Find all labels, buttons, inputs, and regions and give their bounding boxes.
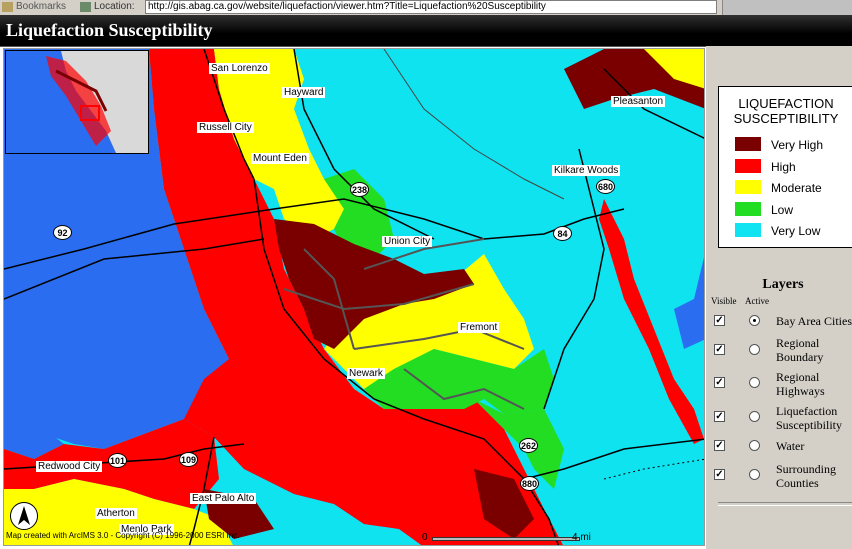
layer-name-line2: Highways <box>776 384 825 398</box>
legend-item: Low <box>735 202 852 218</box>
map-credits: Map created with ArcIMS 3.0 - Copyright … <box>6 531 240 540</box>
browser-toolbar: Bookmarks Location: http://gis.abag.ca.g… <box>0 0 852 15</box>
layer-name: Surrounding <box>776 462 836 476</box>
layer-name-line2: Susceptibility <box>776 418 842 432</box>
scale-end: 4 mi <box>572 532 591 543</box>
layer-active-radio[interactable] <box>749 377 760 388</box>
layer-active-radio[interactable] <box>749 440 760 451</box>
layer-active-radio[interactable] <box>749 344 760 355</box>
layer-name-line2: Boundary <box>776 350 824 364</box>
place-label: Union City <box>382 236 433 247</box>
scale-bar-graphic <box>432 537 580 541</box>
layer-visible-checkbox[interactable]: ✓ <box>714 377 725 388</box>
place-label: Hayward <box>282 87 326 98</box>
page-title: Liquefaction Susceptibility <box>6 20 213 40</box>
place-label: Pleasanton <box>611 96 666 107</box>
highway-shield: 84 <box>553 226 572 241</box>
reservoir-east <box>674 257 704 349</box>
legend-item: Very Low <box>735 223 852 239</box>
legend-label: High <box>771 160 796 174</box>
layer-visible-checkbox[interactable]: ✓ <box>714 344 725 355</box>
legend-label: Very High <box>771 138 824 152</box>
place-label: Russell City <box>197 122 254 133</box>
layer-active-radio[interactable] <box>749 315 760 326</box>
title-bar: Liquefaction Susceptibility <box>0 15 852 47</box>
place-label: East Palo Alto <box>190 493 257 504</box>
highway-shield: 109 <box>179 452 198 467</box>
highway-shield: 101 <box>108 453 127 468</box>
legend-item: Moderate <box>735 180 852 196</box>
place-label: Mount Eden <box>251 153 309 164</box>
highway-shield: 262 <box>519 438 538 453</box>
place-label: Fremont <box>458 322 500 333</box>
active-header: Active <box>745 296 769 306</box>
county-line <box>383 49 565 200</box>
layer-active-radio[interactable] <box>749 411 760 422</box>
legend-item: Very High <box>735 137 852 153</box>
legend-title-line2: SUSCEPTIBILITY <box>733 111 839 126</box>
highway-shield: 880 <box>520 476 539 491</box>
overview-canvas <box>6 51 148 153</box>
legend-swatch <box>735 180 761 194</box>
legend-swatch <box>735 159 761 173</box>
legend-label: Moderate <box>771 181 822 195</box>
layer-name: Bay Area Cities <box>776 314 852 328</box>
layer-name: Regional <box>776 336 820 350</box>
overview-map[interactable] <box>5 50 149 154</box>
place-label: Newark <box>347 368 385 379</box>
legend-swatch <box>735 202 761 216</box>
place-label: Redwood City <box>36 461 103 472</box>
place-label: San Lorenzo <box>209 63 270 74</box>
highway-shield: 680 <box>596 179 615 194</box>
legend-title-line1: LIQUEFACTION <box>738 96 834 111</box>
visible-header: Visible <box>711 296 737 306</box>
legend: LIQUEFACTION SUSCEPTIBILITY Very High Hi… <box>718 86 852 248</box>
layer-name: Regional <box>776 370 820 384</box>
layer-visible-checkbox[interactable]: ✓ <box>714 469 725 480</box>
layer-name-line2: Counties <box>776 476 819 490</box>
bookmarks-icon[interactable] <box>2 2 13 12</box>
place-label: Kilkare Woods <box>552 165 621 176</box>
map-view[interactable]: San Lorenzo Hayward Russell City Mount E… <box>3 48 705 546</box>
legend-label: Very Low <box>771 224 821 238</box>
location-label: Location: <box>94 1 135 12</box>
bookmarks-label[interactable]: Bookmarks <box>16 0 66 14</box>
layer-visible-checkbox[interactable]: ✓ <box>714 315 725 326</box>
layer-visible-checkbox[interactable]: ✓ <box>714 440 725 451</box>
place-label: Atherton <box>95 508 137 519</box>
legend-label: Low <box>771 203 794 217</box>
layer-visible-checkbox[interactable]: ✓ <box>714 411 725 422</box>
location-icon <box>80 2 91 12</box>
layer-name: Liquefaction <box>776 404 838 418</box>
scale-bar: 0 4 mi <box>422 533 598 544</box>
layer-active-radio[interactable] <box>749 469 760 480</box>
legend-swatch <box>735 223 761 237</box>
layers-title: Layers <box>762 277 804 292</box>
url-input[interactable]: http://gis.abag.ca.gov/website/liquefact… <box>145 0 717 14</box>
legend-item: High <box>735 159 852 175</box>
highway-shield: 92 <box>53 225 72 240</box>
north-arrow-icon <box>10 502 38 530</box>
panel-divider <box>718 502 852 506</box>
toolbar-spacer <box>722 0 852 15</box>
legend-swatch <box>735 137 761 151</box>
legend-title: LIQUEFACTION SUSCEPTIBILITY <box>719 96 852 126</box>
scale-start: 0 <box>422 532 428 543</box>
layer-name: Water <box>776 439 805 453</box>
boundary-dotted <box>603 458 704 480</box>
highway-shield: 238 <box>350 182 369 197</box>
